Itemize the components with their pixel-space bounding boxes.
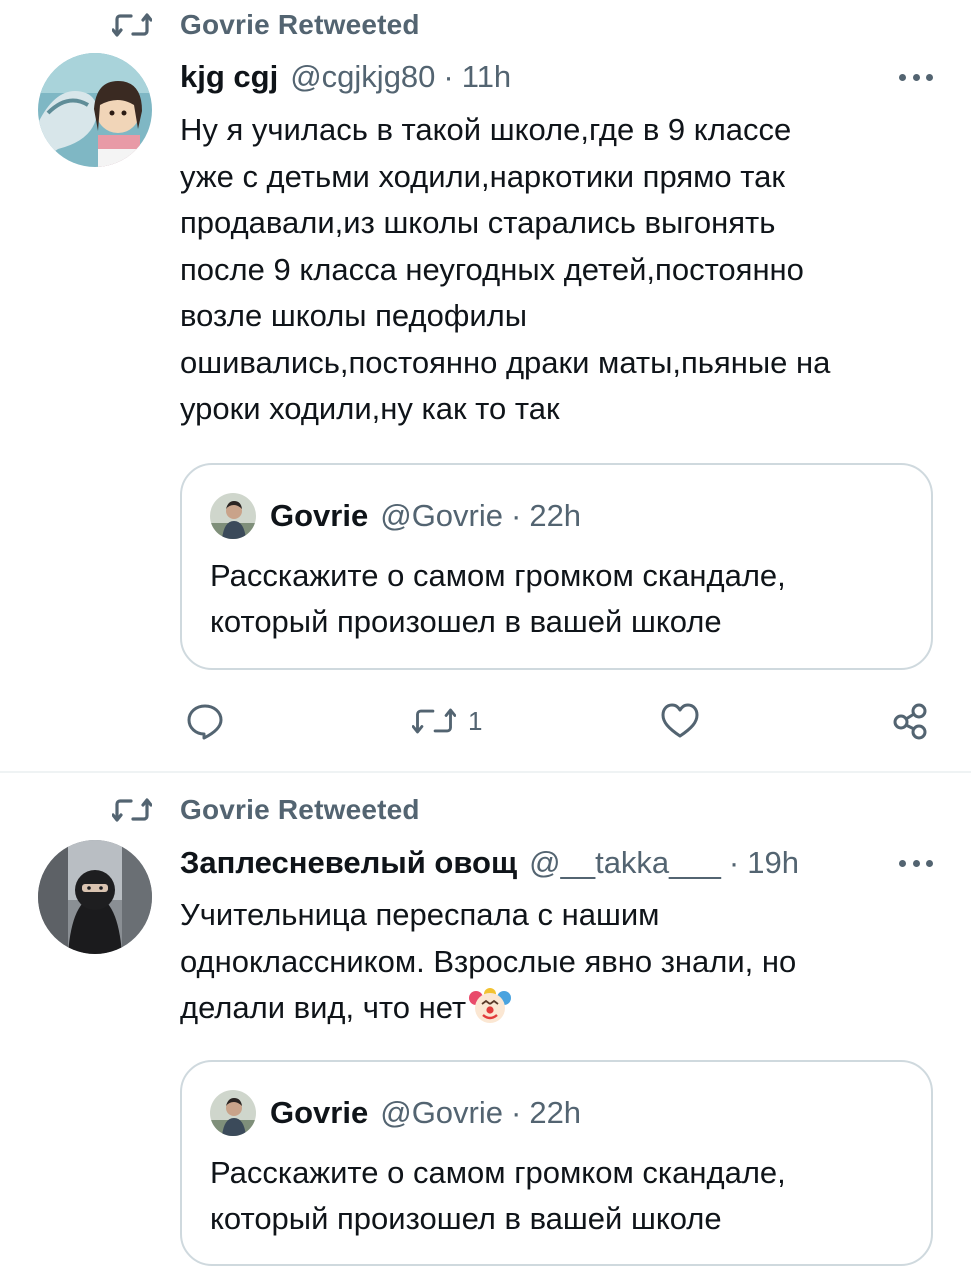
author-handle[interactable]: @cgjkjg80: [290, 59, 435, 95]
quoted-tweet-time: 22h: [529, 498, 582, 533]
tweet-text-line: Ну я училась в такой школе,где в 9 класс…: [180, 112, 792, 147]
quoted-tweet-text: Расскажите о самом громком скандале, кот…: [210, 1150, 786, 1242]
quoted-tweet-header: Govrie @Govrie · 22h: [210, 1090, 581, 1136]
tweet-time[interactable]: 19h: [747, 845, 799, 881]
quoted-tweet[interactable]: Govrie @Govrie · 22h Расскажите о самом …: [180, 1060, 933, 1266]
retweet-icon: [112, 13, 152, 37]
quoted-author-name: Govrie: [270, 498, 369, 533]
retweet-label: Govrie Retweeted: [180, 794, 420, 825]
quoted-author-handle: @Govrie: [380, 498, 503, 533]
separator-dot: ·: [443, 59, 454, 94]
tweet-text-line: возле школы педофилы: [180, 298, 528, 333]
quoted-tweet-header: Govrie @Govrie · 22h: [210, 493, 581, 539]
retweet-context[interactable]: Govrie Retweeted: [112, 788, 420, 832]
tweet-text-fragment: делали вид, что нет: [180, 990, 467, 1025]
tweet-text-line: ошивались,постоянно драки маты,пьяные на: [180, 344, 831, 380]
retweet-button[interactable]: 1: [412, 696, 482, 746]
avatar[interactable]: [38, 53, 152, 167]
retweet-icon: [412, 708, 456, 734]
share-icon: [893, 703, 927, 740]
retweet-icon: [112, 798, 152, 822]
tweet-text-line: Учительница переспала с нашим: [180, 897, 660, 932]
like-button[interactable]: [660, 696, 712, 746]
reply-icon: [187, 704, 223, 740]
quoted-author-handle: @Govrie: [380, 1095, 503, 1130]
tweet-text-line: после 9 класса неугодных детей,постоянно: [180, 251, 804, 287]
reply-button[interactable]: [186, 696, 236, 746]
quoted-text-line: который произошел в вашей школе: [210, 1201, 722, 1236]
quoted-author-name: Govrie: [270, 1095, 369, 1130]
separator-dot: ·: [728, 845, 740, 880]
clown-face-icon: [469, 988, 512, 1023]
separator-dot: ·: [511, 498, 522, 533]
tweet-2[interactable]: Govrie Retweeted Заплесневелый овощ @__t…: [0, 772, 971, 1280]
author-name[interactable]: Заплесневелый овощ: [180, 845, 517, 881]
tweet-text-line: продавали,из школы старались выгонять: [180, 205, 776, 240]
avatar-image: [38, 53, 152, 167]
retweet-context[interactable]: Govrie Retweeted: [112, 3, 420, 47]
quoted-text-line: Расскажите о самом громком скандале,: [210, 558, 786, 593]
tweet-text: Ну я училась в такой школе,где в 9 класс…: [180, 107, 940, 433]
more-options-icon[interactable]: [899, 72, 933, 82]
tweet-time[interactable]: 11h: [462, 59, 511, 95]
retweet-label: Govrie Retweeted: [180, 9, 420, 40]
tweet-text: Учительница переспала с нашим одноклассн…: [180, 892, 940, 1032]
tweet-header: Заплесневелый овощ @__takka___ · 19h: [180, 838, 799, 888]
quoted-text-line: который произошел в вашей школе: [210, 604, 722, 639]
quoted-author-avatar: [210, 493, 256, 539]
heart-icon: [661, 703, 699, 738]
separator-dot: ·: [511, 1095, 522, 1130]
retweet-count: 1: [468, 705, 483, 736]
quoted-tweet-time: 22h: [529, 1095, 582, 1130]
more-options-icon[interactable]: [899, 858, 933, 868]
avatar-image: [38, 840, 152, 954]
author-name[interactable]: kjg cgj: [180, 59, 278, 95]
quoted-text-line: Расскажите о самом громком скандале,: [210, 1155, 786, 1190]
quoted-tweet-text: Расскажите о самом громком скандале, кот…: [210, 553, 786, 645]
quoted-author-avatar: [210, 1090, 256, 1136]
tweet-header: kjg cgj @cgjkjg80 · 11h: [180, 52, 511, 102]
tweet-text-line: одноклассником. Взрослые явно знали, но: [180, 943, 797, 979]
quoted-tweet[interactable]: Govrie @Govrie · 22h Расскажите о самом …: [180, 463, 933, 670]
tweet-1[interactable]: Govrie Retweeted kjg cgj @cgjkjg80 · 11h…: [0, 0, 971, 772]
tweet-text-line: уже с детьми ходили,наркотики прямо так: [180, 158, 785, 194]
tweet-actions: 1: [0, 696, 971, 746]
avatar[interactable]: [38, 840, 152, 954]
tweet-text-line: уроки ходили,ну как то так: [180, 391, 560, 426]
share-button[interactable]: [892, 696, 930, 746]
author-handle[interactable]: @__takka___: [529, 845, 721, 881]
tweet-text-line: делали вид, что нет: [180, 985, 940, 1032]
